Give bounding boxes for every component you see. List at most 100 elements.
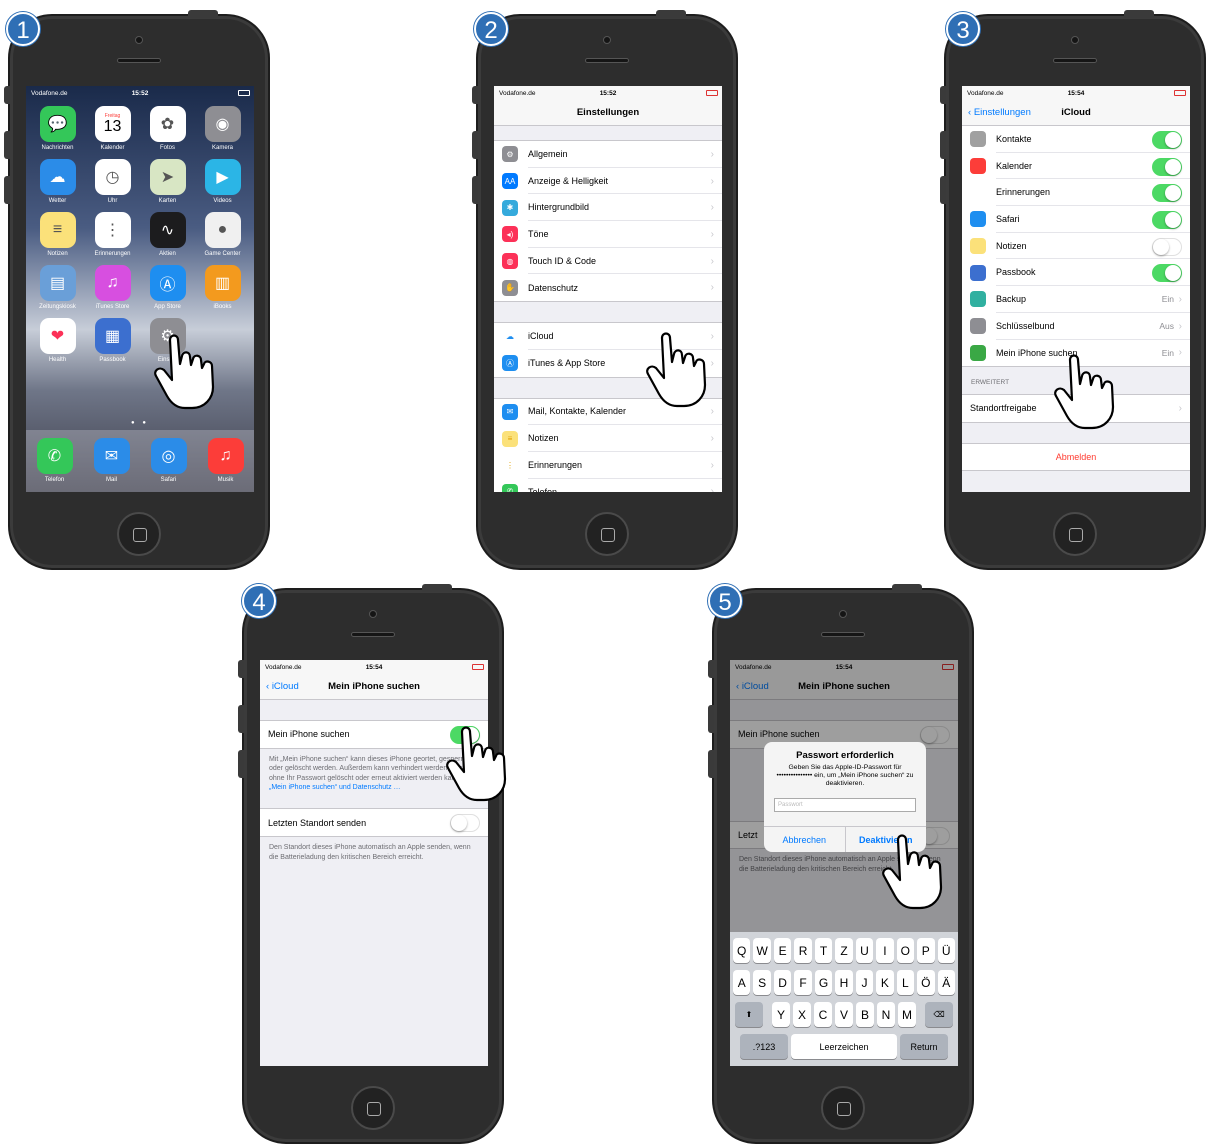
app-newsstand[interactable]: ▤ Zeitungskiosk [30,265,85,310]
settings-row-safari[interactable]: Safari [962,206,1190,233]
status-time: 15:54 [1067,89,1085,97]
sign-out-button[interactable]: Abmelden [962,444,1190,471]
chevron-right-icon: › [710,255,714,267]
app-clock[interactable]: ◷ Uhr [85,159,140,204]
settings-row-notes[interactable]: Notizen [962,233,1190,260]
settings-row-privacy-hand[interactable]: ✋ Datenschutz › [494,274,722,301]
app-notes[interactable]: ≡ Notizen [30,212,85,257]
key-a[interactable]: A [733,970,751,995]
key-y[interactable]: Y [772,1002,790,1027]
settings-row-fingerprint[interactable]: ◍ Touch ID & Code › [494,248,722,275]
app-passbook[interactable]: ▦ Passbook [85,318,140,363]
delete-key[interactable]: ⌫ [925,1002,953,1027]
key-b[interactable]: B [856,1002,874,1027]
key-p[interactable]: P [917,938,935,963]
key-c[interactable]: C [814,1002,832,1027]
app-app-store[interactable]: Ⓐ App Store [140,265,195,310]
key-t[interactable]: T [814,938,833,963]
app-music[interactable]: ♫ Musik [197,438,254,492]
key-ü[interactable]: Ü [937,938,955,963]
app-maps[interactable]: ➤ Karten [140,159,195,204]
key-d[interactable]: D [773,970,792,995]
key-x[interactable]: X [793,1002,811,1027]
key-ä[interactable]: Ä [937,970,955,995]
home-button[interactable] [351,1086,395,1130]
app-label: Uhr [107,198,118,204]
key-f[interactable]: F [794,970,812,995]
toggle-switch[interactable] [1152,184,1182,203]
key-o[interactable]: O [896,938,915,963]
key-v[interactable]: V [835,1002,853,1027]
settings-row-gear[interactable]: ⚙ Allgemein › [494,141,722,168]
toggle-switch[interactable] [1152,264,1182,283]
key-l[interactable]: L [896,970,915,995]
key-k[interactable]: K [876,970,894,995]
settings-row-reminders[interactable]: Erinnerungen [962,179,1190,207]
settings-row-contacts[interactable]: Kontakte [962,126,1190,153]
back-button[interactable]: ‹ iCloud [266,681,299,692]
app-itunes-store[interactable]: ♫ iTunes Store [85,265,140,310]
numbers-key[interactable]: .?123 [740,1034,788,1059]
home-button[interactable] [585,512,629,556]
key-z[interactable]: Z [835,938,853,963]
settings-row-calendar[interactable]: Kalender [962,153,1190,180]
home-button[interactable] [117,512,161,556]
settings-row-reminders[interactable]: ⋮ Erinnerungen › [494,452,722,479]
password-field[interactable]: Passwort [774,798,916,813]
settings-row-keychain[interactable]: Schlüsselbund Aus › [962,313,1190,340]
app-calendar[interactable]: Freitag 13 Kalender [85,106,140,151]
app-safari[interactable]: ◎ Safari [140,438,197,492]
app-ibooks[interactable]: ▥ iBooks [195,265,250,310]
app-stocks[interactable]: ∿ Aktien [140,212,195,257]
chevron-right-icon: › [710,459,714,471]
settings-row-notes[interactable]: ≡ Notizen › [494,425,722,452]
app-reminders[interactable]: ⋮ Erinnerungen [85,212,140,257]
key-r[interactable]: R [794,938,812,963]
toggle-switch[interactable] [1152,211,1182,230]
app-phone[interactable]: ✆ Telefon [26,438,83,492]
app-game-center[interactable]: ● Game Center [195,212,250,257]
privacy-link[interactable]: „Mein iPhone suchen“ und Datenschutz … [269,784,401,791]
settings-row-phone[interactable]: ✆ Telefon › [494,479,722,492]
space-key[interactable]: Leerzeichen [791,1034,897,1059]
key-i[interactable]: I [876,938,894,963]
home-button[interactable] [821,1086,865,1130]
app-weather[interactable]: ☁ Wetter [30,159,85,204]
settings-group-1: ⚙ Allgemein › AA Anzeige & Helligkeit › ✱ Hinte… [494,140,722,303]
key-h[interactable]: H [835,970,853,995]
key-e[interactable]: E [773,938,792,963]
settings-row-backup[interactable]: Backup Ein › [962,286,1190,313]
app-videos[interactable]: ▶ Videos [195,159,250,204]
toggle-switch[interactable] [1152,237,1182,256]
safari-icon: ◎ [150,438,187,474]
send-last-location-toggle[interactable] [450,814,480,833]
toggle-switch[interactable] [1152,157,1182,176]
app-photos[interactable]: ✿ Fotos [140,106,195,151]
itunes-store-icon: ♫ [94,265,131,301]
key-n[interactable]: N [877,1002,895,1027]
settings-row-passbook[interactable]: Passbook [962,259,1190,287]
shift-key[interactable]: ⬆ [735,1002,763,1027]
key-q[interactable]: Q [733,938,751,963]
app-health[interactable]: ❤ Health [30,318,85,363]
key-s[interactable]: S [753,970,771,995]
return-key[interactable]: Return [900,1034,948,1059]
app-mail[interactable]: ✉ Mail [83,438,140,492]
settings-row-sounds[interactable]: ◂) Töne › [494,221,722,248]
toggle-switch[interactable] [1152,131,1182,149]
key-m[interactable]: M [898,1002,916,1027]
key-ö[interactable]: Ö [917,970,935,995]
key-j[interactable]: J [855,970,874,995]
key-u[interactable]: U [855,938,874,963]
back-button[interactable]: ‹ Einstellungen [968,107,1031,118]
app-messages[interactable]: 💬 Nachrichten [30,106,85,151]
cancel-button[interactable]: Abbrechen [764,827,845,852]
settings-row-wallpaper[interactable]: ✱ Hintergrundbild › [494,194,722,222]
home-button[interactable] [1053,512,1097,556]
mail-icon: ✉ [502,403,518,420]
key-w[interactable]: W [753,938,771,963]
settings-row-display[interactable]: AA Anzeige & Helligkeit › [494,168,722,195]
app-camera[interactable]: ◉ Kamera [195,106,250,151]
icloud-services-list: Kontakte Kalender Erinnerungen Safari Notize… [962,126,1190,368]
key-g[interactable]: G [814,970,833,995]
